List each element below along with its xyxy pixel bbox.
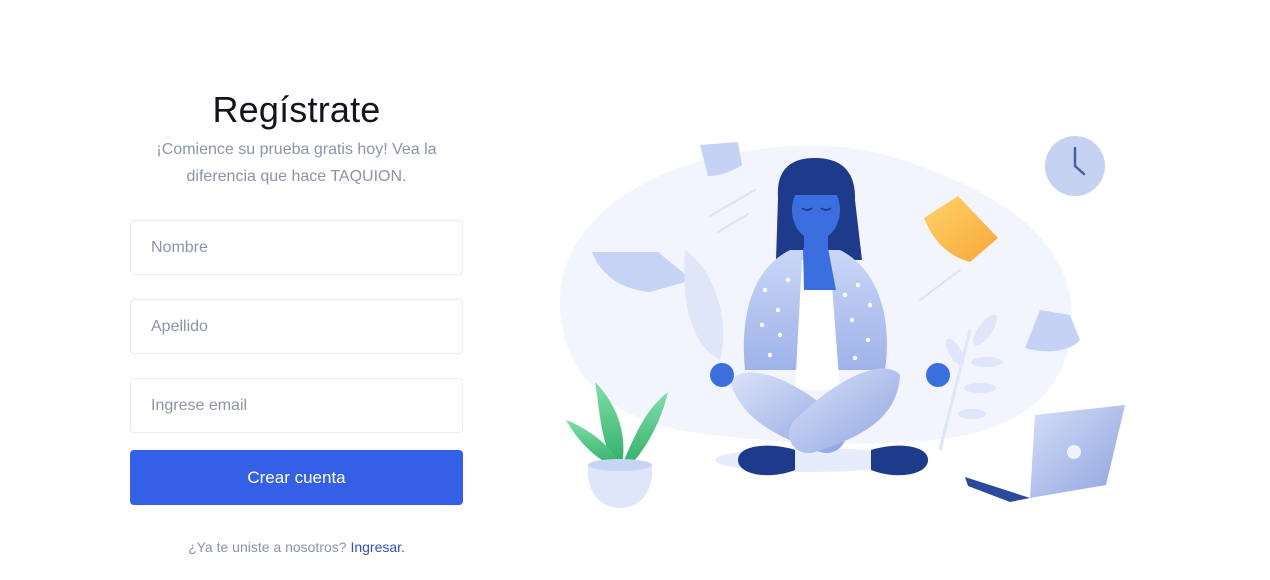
page-title: Regístrate	[212, 89, 381, 130]
login-prompt: ¿Ya te uniste a nosotros? Ingresar.	[130, 539, 463, 555]
login-link[interactable]: Ingresar.	[350, 539, 404, 555]
last-name-input[interactable]	[130, 299, 463, 354]
clock-icon	[1045, 136, 1105, 196]
email-input[interactable]	[130, 378, 463, 433]
signup-header: Regístrate ¡Comience su prueba gratis ho…	[130, 88, 463, 190]
meditation-illustration	[559, 136, 1125, 508]
login-prompt-text: ¿Ya te uniste a nosotros?	[188, 539, 347, 555]
create-account-button[interactable]: Crear cuenta	[130, 450, 463, 505]
page-subtitle: ¡Comience su prueba gratis hoy! Vea la d…	[156, 141, 437, 185]
first-name-input[interactable]	[130, 220, 463, 275]
